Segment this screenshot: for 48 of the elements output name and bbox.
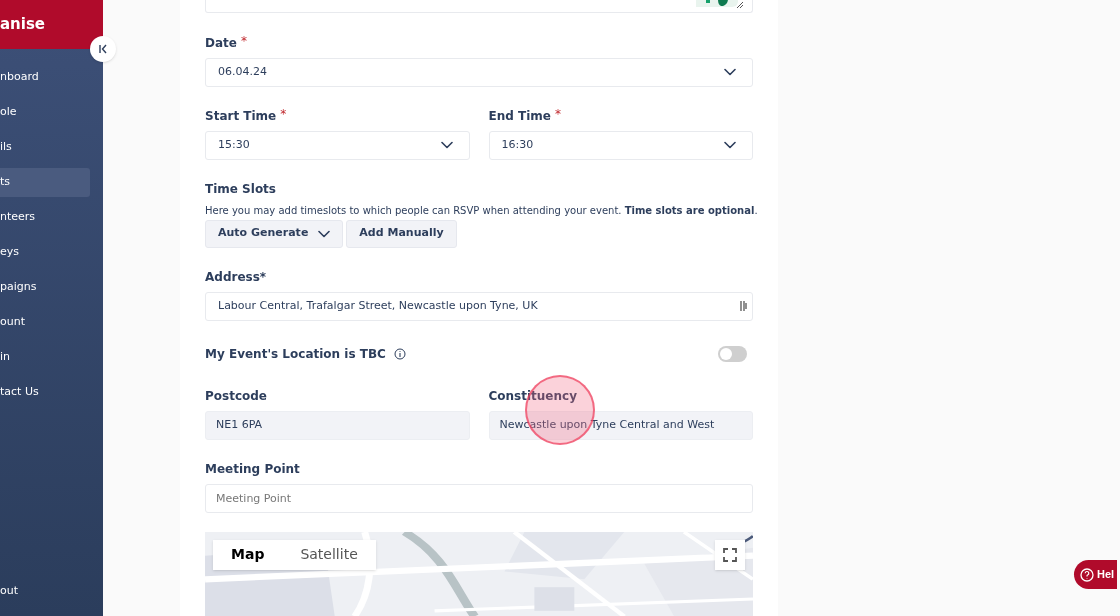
address-field[interactable]: Labour Central, Trafalgar Street, Newcastle upon Tyne, UK — [205, 291, 753, 321]
meeting-point-field[interactable]: Meeting Point — [205, 483, 753, 513]
info-icon — [393, 347, 406, 360]
map[interactable]: Map Satellite — [205, 531, 753, 616]
sidebar-item[interactable]: in — [0, 343, 90, 372]
autofill-icon — [740, 300, 748, 313]
sidebar-item[interactable]: tact Us — [0, 378, 90, 407]
required-mark: * — [240, 34, 247, 47]
sidebar-item[interactable]: out — [0, 577, 103, 606]
fullscreen-button[interactable] — [715, 539, 745, 570]
select-field[interactable]: 15:30 — [205, 130, 470, 160]
required-mark: * — [554, 107, 561, 120]
brand-name: anise — [0, 14, 46, 36]
input-field[interactable]: NE1 6PA — [205, 410, 470, 440]
sidebar-item[interactable]: ts — [0, 168, 90, 197]
map-type-tab[interactable]: Map — [213, 539, 283, 570]
map-type-tab[interactable]: Satellite — [282, 539, 376, 570]
field-label: Meeting Point — [205, 460, 300, 478]
sidebar-item[interactable]: nteers — [0, 203, 90, 232]
select-field[interactable]: 06.04.24 — [205, 57, 753, 87]
chevron-down-icon — [724, 68, 736, 77]
collapse-icon — [98, 44, 108, 54]
select-field[interactable]: 16:30 — [488, 130, 753, 160]
field-label: Start Time — [205, 107, 277, 125]
sidebar-item[interactable]: nboard — [0, 63, 90, 92]
help-button[interactable]: Hel — [1074, 560, 1118, 589]
field-label: Address* — [205, 268, 267, 286]
collapse-button[interactable] — [90, 36, 116, 62]
help-icon — [1080, 567, 1094, 582]
sidebar-item[interactable]: ole — [0, 98, 90, 127]
extension-icon — [696, 0, 738, 7]
fullscreen-icon — [723, 547, 737, 562]
toggle-label: My Event's Location is TBC — [205, 345, 386, 363]
section-title: Time Slots — [205, 180, 277, 198]
sidebar-item[interactable]: eys — [0, 238, 90, 267]
field-label: End Time — [488, 107, 551, 125]
sidebar-item[interactable]: ils — [0, 133, 90, 162]
dropdown-button[interactable]: Auto Generate — [205, 219, 344, 248]
chevron-down-icon — [724, 141, 736, 150]
sidebar-item[interactable]: paigns — [0, 273, 90, 302]
field-label: Postcode — [205, 387, 267, 405]
field-label: Date — [205, 34, 237, 52]
required-mark: * — [280, 107, 287, 120]
sidebar-item[interactable]: ount — [0, 308, 90, 337]
add-button[interactable]: Add Manually — [346, 219, 457, 248]
toggle-switch[interactable] — [718, 345, 747, 362]
chevron-down-icon — [318, 229, 331, 238]
chevron-down-icon — [440, 141, 453, 150]
